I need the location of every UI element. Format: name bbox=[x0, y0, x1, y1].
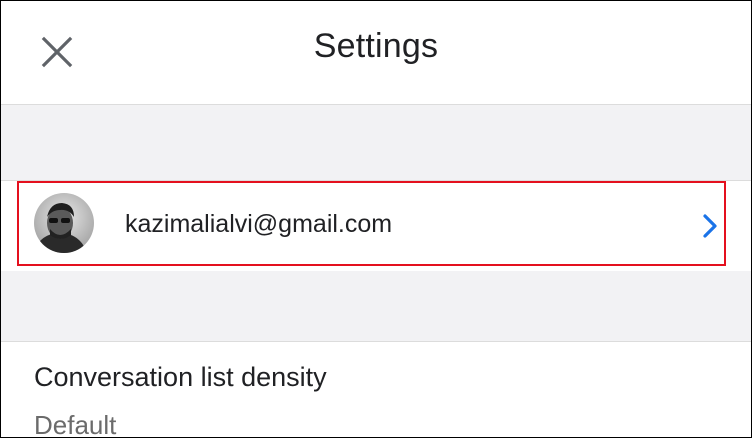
setting-value: Default bbox=[34, 410, 117, 438]
setting-label: Conversation list density bbox=[34, 362, 327, 392]
setting-conversation-density[interactable]: Conversation list density Default bbox=[1, 342, 751, 438]
page-title: Settings bbox=[313, 27, 439, 65]
section-spacer-bottom bbox=[1, 271, 751, 342]
section-spacer-top bbox=[1, 105, 751, 180]
account-row[interactable]: kazimalialvi@gmail.com bbox=[1, 180, 751, 272]
highlight-annotation bbox=[17, 181, 726, 266]
settings-screen: Settings kazimalialvi@gmail.com Conversa… bbox=[0, 0, 752, 438]
header-bar: Settings bbox=[1, 1, 751, 105]
